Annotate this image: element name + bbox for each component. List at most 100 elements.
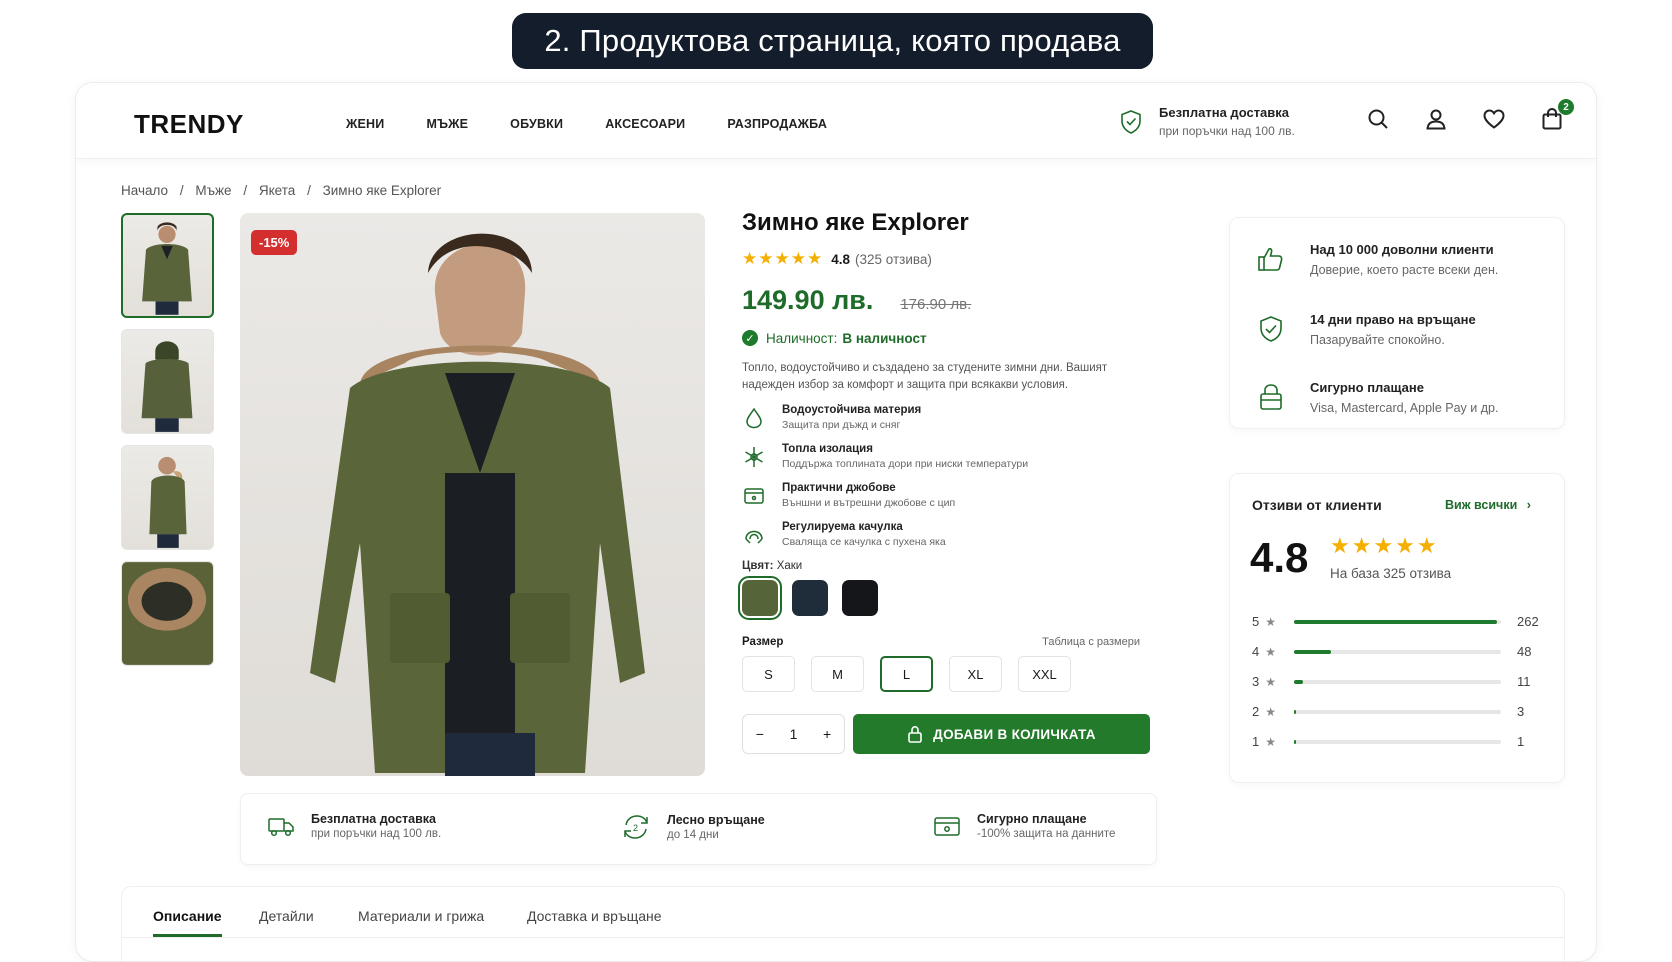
reviews-panel: Отзиви от клиенти Виж всички › 4.8 ★★★★★… — [1229, 473, 1565, 783]
rating-bar-star-number: 4 — [1252, 644, 1260, 659]
add-to-cart-label: ДОБАВИ В КОЛИЧКАТА — [933, 726, 1096, 742]
rating-bar-count: 11 — [1517, 674, 1531, 689]
account-icon[interactable] — [1424, 107, 1448, 131]
tab-shipping-returns[interactable]: Доставка и връщане — [527, 908, 662, 924]
rating-bar-star-number: 5 — [1252, 614, 1260, 629]
feature-title: Регулируема качулка — [782, 521, 903, 533]
promo-subtitle: при поръчки над 100 лв. — [1159, 124, 1295, 138]
nav-accessories[interactable]: АКСЕСОАРИ — [605, 117, 685, 131]
rating-bar-fill — [1294, 619, 1497, 624]
star-icon: ★ — [1265, 675, 1276, 689]
size-header: Размер Таблица с размери — [742, 636, 1157, 648]
feature-subtitle: Поддържа топлината дори при ниски темпер… — [782, 458, 1029, 470]
stock-status: ✓ Наличност: В наличност — [742, 330, 1157, 346]
rating-bar-row[interactable]: 2 ★ 3 — [1252, 704, 1542, 719]
product-page-frame: TRENDY ЖЕНИ МЪЖЕ ОБУВКИ АКСЕСОАРИ РАЗПРО… — [75, 82, 1597, 962]
cart-button[interactable]: 2 — [1540, 99, 1574, 131]
add-to-cart-button[interactable]: ДОБАВИ В КОЛИЧКАТА — [853, 714, 1150, 754]
trust-panel: Над 10 000 доволни клиенти Доверие, което… — [1229, 217, 1565, 429]
breadcrumb-jackets[interactable]: Якета — [259, 183, 295, 198]
cart-count-badge: 2 — [1558, 99, 1574, 115]
discount-badge: -15% — [251, 230, 298, 255]
thumbnail-hood-detail[interactable] — [121, 561, 214, 666]
rating-bar-stars: 2 ★ — [1252, 704, 1294, 719]
rating-bar-track — [1294, 619, 1501, 624]
reviews-base: На база 325 отзива — [1330, 566, 1452, 581]
nav-women[interactable]: ЖЕНИ — [346, 117, 384, 131]
qty-decrease-button[interactable]: − — [756, 726, 764, 742]
size-l[interactable]: L — [880, 656, 933, 692]
rating-stars: ★★★★★ — [742, 249, 824, 268]
jacket-side-thumbnail-image — [149, 456, 187, 548]
nav-men[interactable]: МЪЖЕ — [426, 117, 468, 131]
price-row: 149.90 лв. 176.90 лв. — [742, 285, 1157, 316]
thumbnail-front[interactable] — [121, 213, 214, 318]
perk-subtitle: до 14 дни — [667, 829, 719, 841]
swatch-black[interactable] — [842, 580, 878, 616]
product-title: Зимно яке Explorer — [742, 209, 969, 236]
slide-title: 2. Продуктова страница, която продава — [512, 13, 1153, 69]
padlock-icon — [1260, 384, 1282, 410]
breadcrumb-home[interactable]: Начало — [121, 183, 168, 198]
tab-description[interactable]: Описание — [153, 908, 222, 924]
feature-title: Топла изолация — [782, 443, 873, 455]
view-all-label: Виж всички — [1445, 498, 1518, 512]
rating-bar-count: 1 — [1517, 734, 1525, 749]
rating-bar-fill — [1294, 739, 1296, 744]
feature-title: Водоустойчива материя — [782, 404, 922, 416]
product-info: Зимно яке Explorer ★★★★★ 4.8 (325 отзива… — [738, 209, 1157, 754]
perk-subtitle: при поръчки над 100 лв. — [311, 828, 442, 840]
nav-shoes[interactable]: ОБУВКИ — [510, 117, 563, 131]
logo[interactable]: TRENDY — [134, 109, 244, 140]
size-m[interactable]: M — [811, 656, 864, 692]
thumbnail-side[interactable] — [121, 445, 214, 550]
swatch-khaki[interactable] — [738, 576, 782, 620]
size-chart-link[interactable]: Таблица с размери — [1042, 636, 1140, 648]
thumbs-up-icon — [1258, 247, 1283, 271]
header-icons: 2 — [1366, 99, 1574, 131]
rating-bar-row[interactable]: 5 ★ 262 — [1252, 614, 1542, 629]
main-product-image[interactable]: -15% — [240, 213, 705, 776]
tab-details[interactable]: Детайли — [259, 908, 314, 924]
perk-shipping: Безплатна доставка при поръчки над 100 лв… — [267, 812, 441, 840]
rating-bar-row[interactable]: 4 ★ 48 — [1252, 644, 1542, 659]
tabs-divider — [122, 937, 1564, 938]
star-icon: ★ — [1265, 615, 1276, 629]
rating-bar-stars: 1 ★ — [1252, 734, 1294, 749]
thumbnail-back[interactable] — [121, 329, 214, 434]
product-rating[interactable]: ★★★★★ 4.8 (325 отзива) — [742, 249, 1157, 269]
qty-value[interactable]: 1 — [790, 726, 798, 742]
wishlist-heart-icon[interactable] — [1482, 107, 1506, 131]
size-xl[interactable]: XL — [949, 656, 1002, 692]
shield-check-icon — [1260, 316, 1282, 342]
qty-increase-button[interactable]: + — [823, 726, 831, 742]
rating-bar-row[interactable]: 3 ★ 11 — [1252, 674, 1542, 689]
nav-sale[interactable]: РАЗПРОДАЖБА — [727, 117, 827, 131]
rating-bar-track — [1294, 679, 1501, 684]
model-in-jacket-image — [310, 233, 645, 776]
stock-label: Наличност: — [766, 330, 838, 346]
feature-subtitle: Външни и вътрешни джобове с цип — [782, 497, 956, 509]
rating-bar-stars: 4 ★ — [1252, 644, 1294, 659]
rating-value: 4.8 — [831, 251, 850, 267]
trust-item: 14 дни право на връщане Пазарувайте споко… — [1256, 312, 1476, 347]
perk-title: Безплатна доставка — [311, 812, 437, 826]
feature-item: Водоустойчива материя Защита при дъжд и с… — [742, 404, 1157, 431]
rating-bar-stars: 5 ★ — [1252, 614, 1294, 629]
star-icon: ★ — [1265, 705, 1276, 719]
swatch-navy[interactable] — [792, 580, 828, 616]
rating-bar-row[interactable]: 1 ★ 1 — [1252, 734, 1542, 749]
size-xxl[interactable]: XXL — [1018, 656, 1071, 692]
view-all-reviews-link[interactable]: Виж всички › — [1445, 498, 1531, 512]
star-icon: ★ — [1265, 645, 1276, 659]
buy-row: − 1 + ДОБАВИ В КОЛИЧКАТА — [742, 714, 1157, 754]
size-s[interactable]: S — [742, 656, 795, 692]
search-icon[interactable] — [1366, 107, 1390, 131]
jacket-front-thumbnail-image — [142, 222, 192, 315]
product-tabs: Описание Детайли Материали и грижа Доста… — [121, 886, 1565, 961]
return-arrows-icon: 2 — [624, 815, 648, 839]
breadcrumb-men[interactable]: Мъже — [195, 183, 231, 198]
tab-materials-care[interactable]: Материали и грижа — [358, 908, 484, 924]
free-shipping-promo: Безплатна доставка при поръчки над 100 л… — [1119, 105, 1295, 138]
feature-subtitle: Защита при дъжд и сняг — [782, 419, 901, 431]
